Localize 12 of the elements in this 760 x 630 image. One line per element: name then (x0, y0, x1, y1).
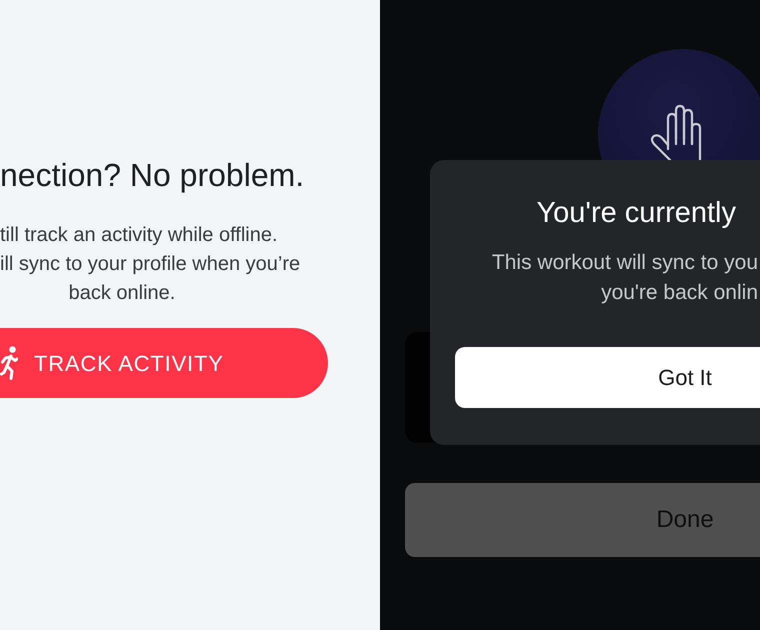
hand-icon (598, 49, 760, 160)
running-person-icon (0, 345, 18, 381)
dialog-message-line: you're back onlin (601, 280, 758, 306)
screen-heading: nection? No problem. (0, 156, 304, 194)
description-line: till track an activity while offline. (0, 223, 278, 248)
description-line: back online. (68, 281, 176, 306)
description-line: ill sync to your profile when you’re (0, 252, 300, 277)
got-it-button[interactable]: Got It (455, 347, 760, 408)
dialog-title: You're currently (536, 196, 736, 230)
track-activity-button[interactable]: TRACK ACTIVITY (0, 328, 328, 398)
dialog-message-line: This workout will sync to you (492, 250, 758, 276)
done-button[interactable]: Done (405, 483, 760, 557)
